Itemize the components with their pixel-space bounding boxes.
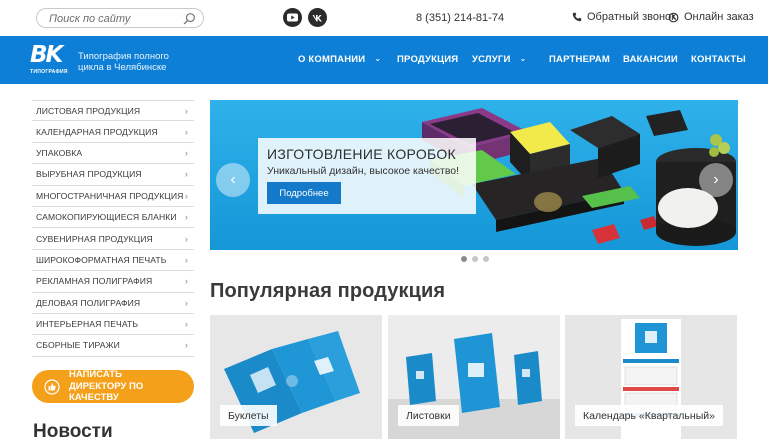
nav-item-contacts[interactable]: КОНТАКТЫ <box>691 54 746 65</box>
main-header: BK ТИПОГРАФИЯ Типография полного цикла в… <box>0 36 768 84</box>
logo-mark: BK <box>30 42 63 68</box>
sidebar-item-calendars[interactable]: КАЛЕНДАРНАЯ ПРОДУКЦИЯ › <box>32 121 194 143</box>
sidebar-item-souvenirs[interactable]: СУВЕНИРНАЯ ПРОДУКЦИЯ › <box>32 228 194 250</box>
nav-item-about[interactable]: О КОМПАНИИ ⌄ <box>298 54 381 65</box>
sidebar-item-carbonless-forms[interactable]: САМОКОПИРУЮЩИЕСЯ БЛАНКИ › <box>32 207 194 229</box>
sidebar-item-packaging[interactable]: УПАКОВКА › <box>32 143 194 165</box>
sidebar-item-advertising[interactable]: РЕКЛАМНАЯ ПОЛИГРАФИЯ › <box>32 271 194 293</box>
online-order-label: Онлайн заказ <box>684 11 754 23</box>
popular-products-heading: Популярная продукция <box>210 280 446 302</box>
product-card-label: Листовки <box>398 405 459 426</box>
slide-title: ИЗГОТОВЛЕНИЕ КОРОБОК <box>267 146 457 162</box>
nav-item-products[interactable]: ПРОДУКЦИЯ <box>397 54 458 65</box>
search-box[interactable] <box>36 8 204 28</box>
nav-item-services[interactable]: УСЛУГИ ⌄ <box>472 54 526 65</box>
slide-caption: ИЗГОТОВЛЕНИЕ КОРОБОК Уникальный дизайн, … <box>258 138 476 214</box>
nav-item-vacancies[interactable]: ВАКАНСИИ <box>623 54 678 65</box>
write-director-label: НАПИСАТЬ ДИРЕКТОРУ ПО КАЧЕСТВУ <box>69 369 144 404</box>
chevron-right-icon: › <box>184 190 188 201</box>
phone-number[interactable]: 8 (351) 214-81-74 <box>416 12 504 24</box>
product-card-booklets[interactable]: Буклеты <box>210 315 382 439</box>
chevron-down-icon: ⌄ <box>519 54 527 63</box>
chevron-right-icon: › <box>184 340 188 351</box>
vk-icon[interactable] <box>308 8 327 27</box>
chevron-left-icon[interactable]: ‹ <box>216 163 250 197</box>
sidebar-item-business-print[interactable]: ДЕЛОВАЯ ПОЛИГРАФИЯ › <box>32 293 194 314</box>
slider-dot[interactable] <box>472 256 478 262</box>
chevron-right-icon: › <box>184 147 188 158</box>
product-card-label: Календарь «Квартальный» <box>575 405 723 426</box>
phone-icon <box>572 12 582 22</box>
chevron-right-icon[interactable]: › <box>699 163 733 197</box>
news-heading: Новости <box>33 421 113 442</box>
slide-subtitle: Уникальный дизайн, высокое качество! <box>267 165 460 177</box>
youtube-icon[interactable] <box>283 8 302 27</box>
callback-label: Обратный звонок <box>587 11 676 23</box>
chevron-right-icon: › <box>184 319 188 330</box>
brand-tagline: Типография полного цикла в Челябинске <box>78 51 169 73</box>
callback-link[interactable]: Обратный звонок <box>572 11 676 23</box>
sidebar-item-wide-format[interactable]: ШИРОКОФОРМАТНАЯ ПЕЧАТЬ › <box>32 250 194 272</box>
order-icon <box>668 12 679 22</box>
sidebar-item-interior-print[interactable]: ИНТЕРЬЕРНАЯ ПЕЧАТЬ › <box>32 314 194 336</box>
product-card-flyers[interactable]: Листовки <box>388 315 560 439</box>
sidebar-item-die-cut[interactable]: ВЫРУБНАЯ ПРОДУКЦИЯ › <box>32 164 194 186</box>
slider-pagination <box>461 256 489 262</box>
thumbs-up-icon <box>44 378 60 395</box>
sidebar-item-combined-runs[interactable]: СБОРНЫЕ ТИРАЖИ › <box>32 335 194 357</box>
search-icon[interactable] <box>183 12 196 25</box>
catalog-sidebar: ЛИСТОВАЯ ПРОДУКЦИЯ › КАЛЕНДАРНАЯ ПРОДУКЦИ… <box>32 100 194 357</box>
product-card-label: Буклеты <box>220 405 277 426</box>
chevron-right-icon: › <box>184 169 188 180</box>
top-bar: 8 (351) 214-81-74 Обратный звонок Онлайн… <box>0 0 768 36</box>
sidebar-item-multipage[interactable]: МНОГОСТРАНИЧНАЯ ПРОДУКЦИЯ › <box>32 186 194 207</box>
chevron-right-icon: › <box>184 212 188 223</box>
search-input[interactable] <box>49 11 179 26</box>
chevron-right-icon: › <box>184 105 188 116</box>
chevron-right-icon: › <box>184 276 188 287</box>
online-order-link[interactable]: Онлайн заказ <box>668 11 754 23</box>
logo-subtitle: ТИПОГРАФИЯ <box>30 69 68 75</box>
product-card-quarterly-calendar[interactable]: Календарь «Квартальный» <box>565 315 737 439</box>
slider-dot[interactable] <box>461 256 467 262</box>
write-director-button[interactable]: НАПИСАТЬ ДИРЕКТОРУ ПО КАЧЕСТВУ <box>32 369 194 404</box>
logo[interactable]: BK ТИПОГРАФИЯ <box>30 42 74 78</box>
hero-slider: ИЗГОТОВЛЕНИЕ КОРОБОК Уникальный дизайн, … <box>210 100 738 250</box>
slide-more-button[interactable]: Подробнее <box>267 182 341 204</box>
slider-dot[interactable] <box>483 256 489 262</box>
sidebar-item-sheet-products[interactable]: ЛИСТОВАЯ ПРОДУКЦИЯ › <box>32 100 194 122</box>
chevron-right-icon: › <box>184 254 188 265</box>
chevron-right-icon: › <box>184 297 188 308</box>
chevron-right-icon: › <box>184 233 188 244</box>
chevron-down-icon: ⌄ <box>374 54 382 63</box>
chevron-right-icon: › <box>184 126 188 137</box>
nav-item-partners[interactable]: ПАРТНЕРАМ <box>549 54 610 65</box>
